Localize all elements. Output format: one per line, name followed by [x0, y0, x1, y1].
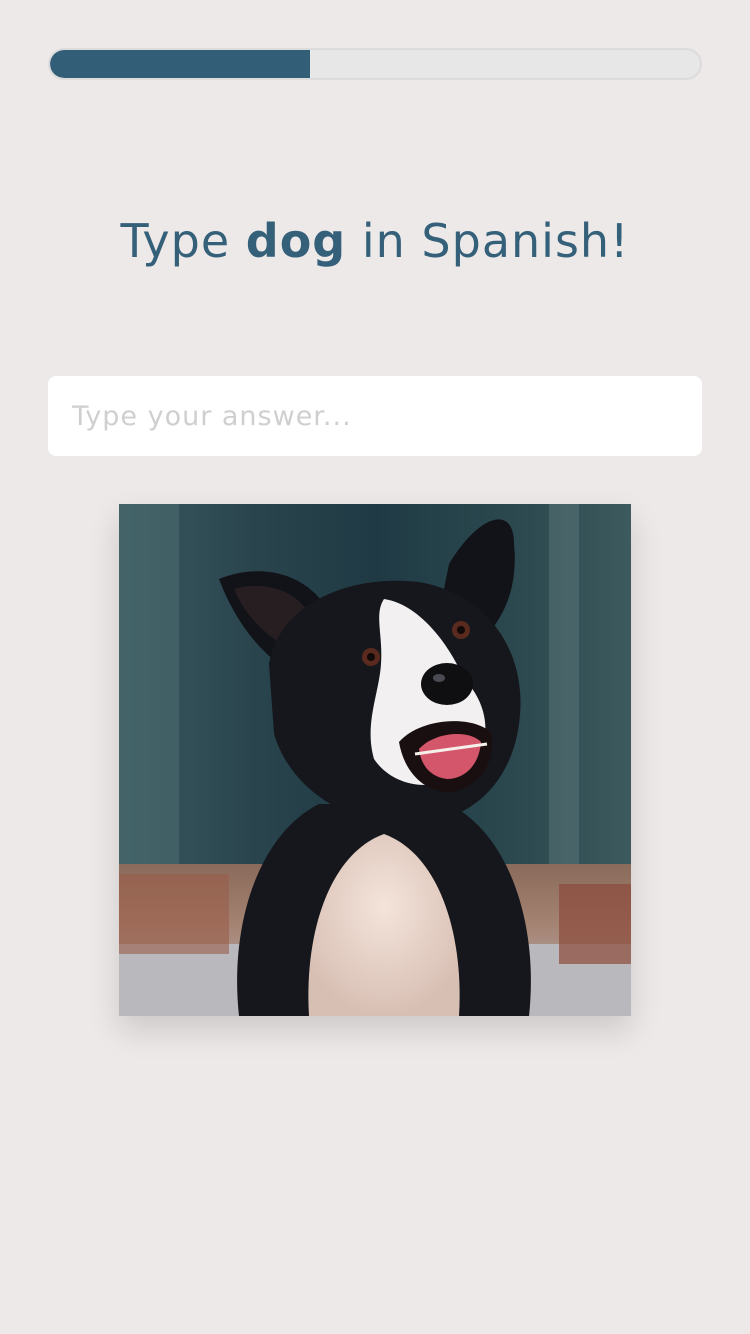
answer-field-container	[48, 376, 702, 456]
prompt-target-word: dog	[245, 214, 347, 268]
progress-bar-fill	[50, 50, 310, 78]
question-prompt: Type dog in Spanish!	[0, 206, 750, 276]
dog-photo	[119, 504, 631, 1016]
prompt-prefix: Type	[120, 214, 231, 268]
quiz-screen: Type dog in Spanish!	[0, 0, 750, 1334]
dog-illustration	[119, 504, 631, 1016]
prompt-suffix: in Spanish!	[361, 214, 630, 268]
progress-bar	[48, 48, 702, 80]
answer-input[interactable]	[48, 376, 702, 456]
